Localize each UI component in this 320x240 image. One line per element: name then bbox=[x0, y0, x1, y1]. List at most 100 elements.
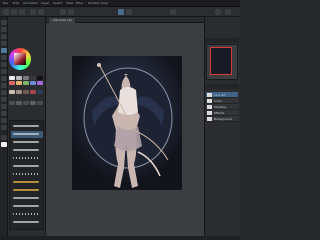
layer-thumbnail bbox=[207, 105, 212, 109]
brush-item[interactable] bbox=[11, 211, 43, 218]
gradient-icon[interactable] bbox=[1, 97, 7, 102]
menu-filter[interactable]: Filter bbox=[76, 1, 83, 6]
layer-thumbnail bbox=[207, 117, 212, 121]
color-swatches bbox=[9, 90, 43, 94]
color-swatch[interactable] bbox=[9, 101, 15, 105]
color-swatch[interactable] bbox=[30, 90, 36, 94]
brush-item[interactable] bbox=[11, 179, 43, 186]
brush-icon[interactable] bbox=[1, 62, 7, 67]
brush-stroke-preview bbox=[13, 213, 39, 215]
frame-icon[interactable] bbox=[1, 125, 7, 130]
eraser-icon[interactable] bbox=[1, 76, 7, 81]
menu-help[interactable]: Help bbox=[101, 1, 108, 6]
brush-item[interactable] bbox=[11, 163, 43, 170]
zoom-icon[interactable] bbox=[1, 20, 7, 25]
ruler-icon[interactable] bbox=[126, 9, 132, 15]
artwork-canvas[interactable] bbox=[72, 56, 182, 190]
color-swatch[interactable] bbox=[37, 90, 43, 94]
brush-item[interactable] bbox=[11, 139, 43, 146]
color-swatch[interactable] bbox=[37, 76, 43, 80]
menu-layer[interactable]: Layer bbox=[41, 1, 49, 6]
brush-item[interactable] bbox=[11, 203, 43, 210]
hand-icon[interactable] bbox=[1, 27, 7, 32]
artwork-illustration bbox=[72, 56, 182, 190]
clear-icon[interactable] bbox=[60, 9, 66, 15]
text-icon[interactable] bbox=[1, 104, 7, 109]
new-file-icon[interactable] bbox=[3, 9, 9, 15]
layer-panel-header bbox=[205, 84, 239, 89]
menu-edit[interactable]: Edit bbox=[13, 1, 19, 6]
layer-row[interactable]: Background bbox=[206, 116, 238, 122]
color-swatch[interactable] bbox=[23, 81, 29, 85]
menu-animation[interactable]: Animation bbox=[23, 1, 38, 6]
navigator-view-frame[interactable] bbox=[210, 47, 232, 75]
airbrush-icon[interactable] bbox=[1, 69, 7, 74]
lasso-icon[interactable] bbox=[1, 41, 7, 46]
canvas-tabs: character.clip bbox=[46, 17, 204, 23]
select-icon[interactable] bbox=[1, 34, 7, 39]
color-swatch[interactable] bbox=[16, 90, 22, 94]
brush-item[interactable] bbox=[11, 171, 43, 178]
fill-icon[interactable] bbox=[1, 90, 7, 95]
settings-icon[interactable] bbox=[215, 9, 221, 15]
pen-icon[interactable] bbox=[1, 48, 7, 53]
color-swatches bbox=[9, 101, 43, 105]
open-file-icon[interactable] bbox=[11, 9, 17, 15]
color-swatch[interactable] bbox=[37, 101, 43, 105]
sub-color-icon[interactable] bbox=[1, 142, 7, 147]
pencil-icon[interactable] bbox=[1, 55, 7, 60]
transform-icon[interactable] bbox=[68, 9, 74, 15]
color-swatch[interactable] bbox=[9, 76, 15, 80]
brush-item[interactable] bbox=[11, 219, 43, 226]
status-bar bbox=[0, 236, 240, 240]
eyedropper-icon[interactable] bbox=[1, 111, 7, 116]
color-swatch[interactable] bbox=[16, 76, 22, 80]
brush-item[interactable] bbox=[11, 131, 43, 138]
color-swatch[interactable] bbox=[23, 101, 29, 105]
command-bar bbox=[0, 7, 240, 17]
color-swatches bbox=[9, 81, 43, 85]
color-swatch[interactable] bbox=[9, 81, 15, 85]
brush-stroke-preview bbox=[13, 149, 39, 151]
main-color-icon[interactable] bbox=[1, 135, 7, 140]
layer-name: Background bbox=[214, 117, 232, 121]
brush-stroke-preview bbox=[13, 125, 39, 127]
brush-stroke-preview bbox=[13, 173, 39, 175]
color-swatch[interactable] bbox=[30, 101, 36, 105]
color-swatch[interactable] bbox=[30, 76, 36, 80]
brush-stroke-preview bbox=[13, 221, 39, 223]
layout-icon[interactable] bbox=[170, 9, 176, 15]
brush-stroke-preview bbox=[13, 197, 39, 199]
brush-item[interactable] bbox=[11, 195, 43, 202]
brush-stroke-preview bbox=[13, 205, 39, 207]
brush-item[interactable] bbox=[11, 187, 43, 194]
navigator-header bbox=[205, 38, 239, 43]
brush-stroke-preview bbox=[13, 157, 39, 159]
menu-select[interactable]: Select bbox=[53, 1, 62, 6]
color-swatch[interactable] bbox=[23, 76, 29, 80]
menu-view[interactable]: View bbox=[66, 1, 73, 6]
menubar: File Edit Animation Layer Select View Fi… bbox=[0, 0, 240, 7]
save-icon[interactable] bbox=[19, 9, 25, 15]
color-swatch[interactable] bbox=[37, 81, 43, 85]
color-swatch[interactable] bbox=[23, 90, 29, 94]
snap-icon[interactable] bbox=[118, 9, 124, 15]
brush-item[interactable] bbox=[11, 147, 43, 154]
brush-item[interactable] bbox=[11, 123, 43, 130]
menu-window[interactable]: Window bbox=[88, 1, 100, 6]
brush-item[interactable] bbox=[11, 155, 43, 162]
color-swatch[interactable] bbox=[9, 90, 15, 94]
color-swatch[interactable] bbox=[16, 101, 22, 105]
redo-icon[interactable] bbox=[38, 9, 44, 15]
undo-icon[interactable] bbox=[30, 9, 36, 15]
shape-icon[interactable] bbox=[1, 118, 7, 123]
layer-thumbnail bbox=[207, 93, 212, 97]
color-picker-square[interactable] bbox=[14, 53, 26, 65]
color-swatch[interactable] bbox=[30, 81, 36, 85]
blend-icon[interactable] bbox=[1, 83, 7, 88]
canvas-tab[interactable]: character.clip bbox=[49, 18, 76, 23]
menu-file[interactable]: File bbox=[3, 1, 8, 6]
brush-stroke-preview bbox=[13, 141, 39, 143]
help-icon[interactable] bbox=[225, 9, 231, 15]
color-swatch[interactable] bbox=[16, 81, 22, 85]
